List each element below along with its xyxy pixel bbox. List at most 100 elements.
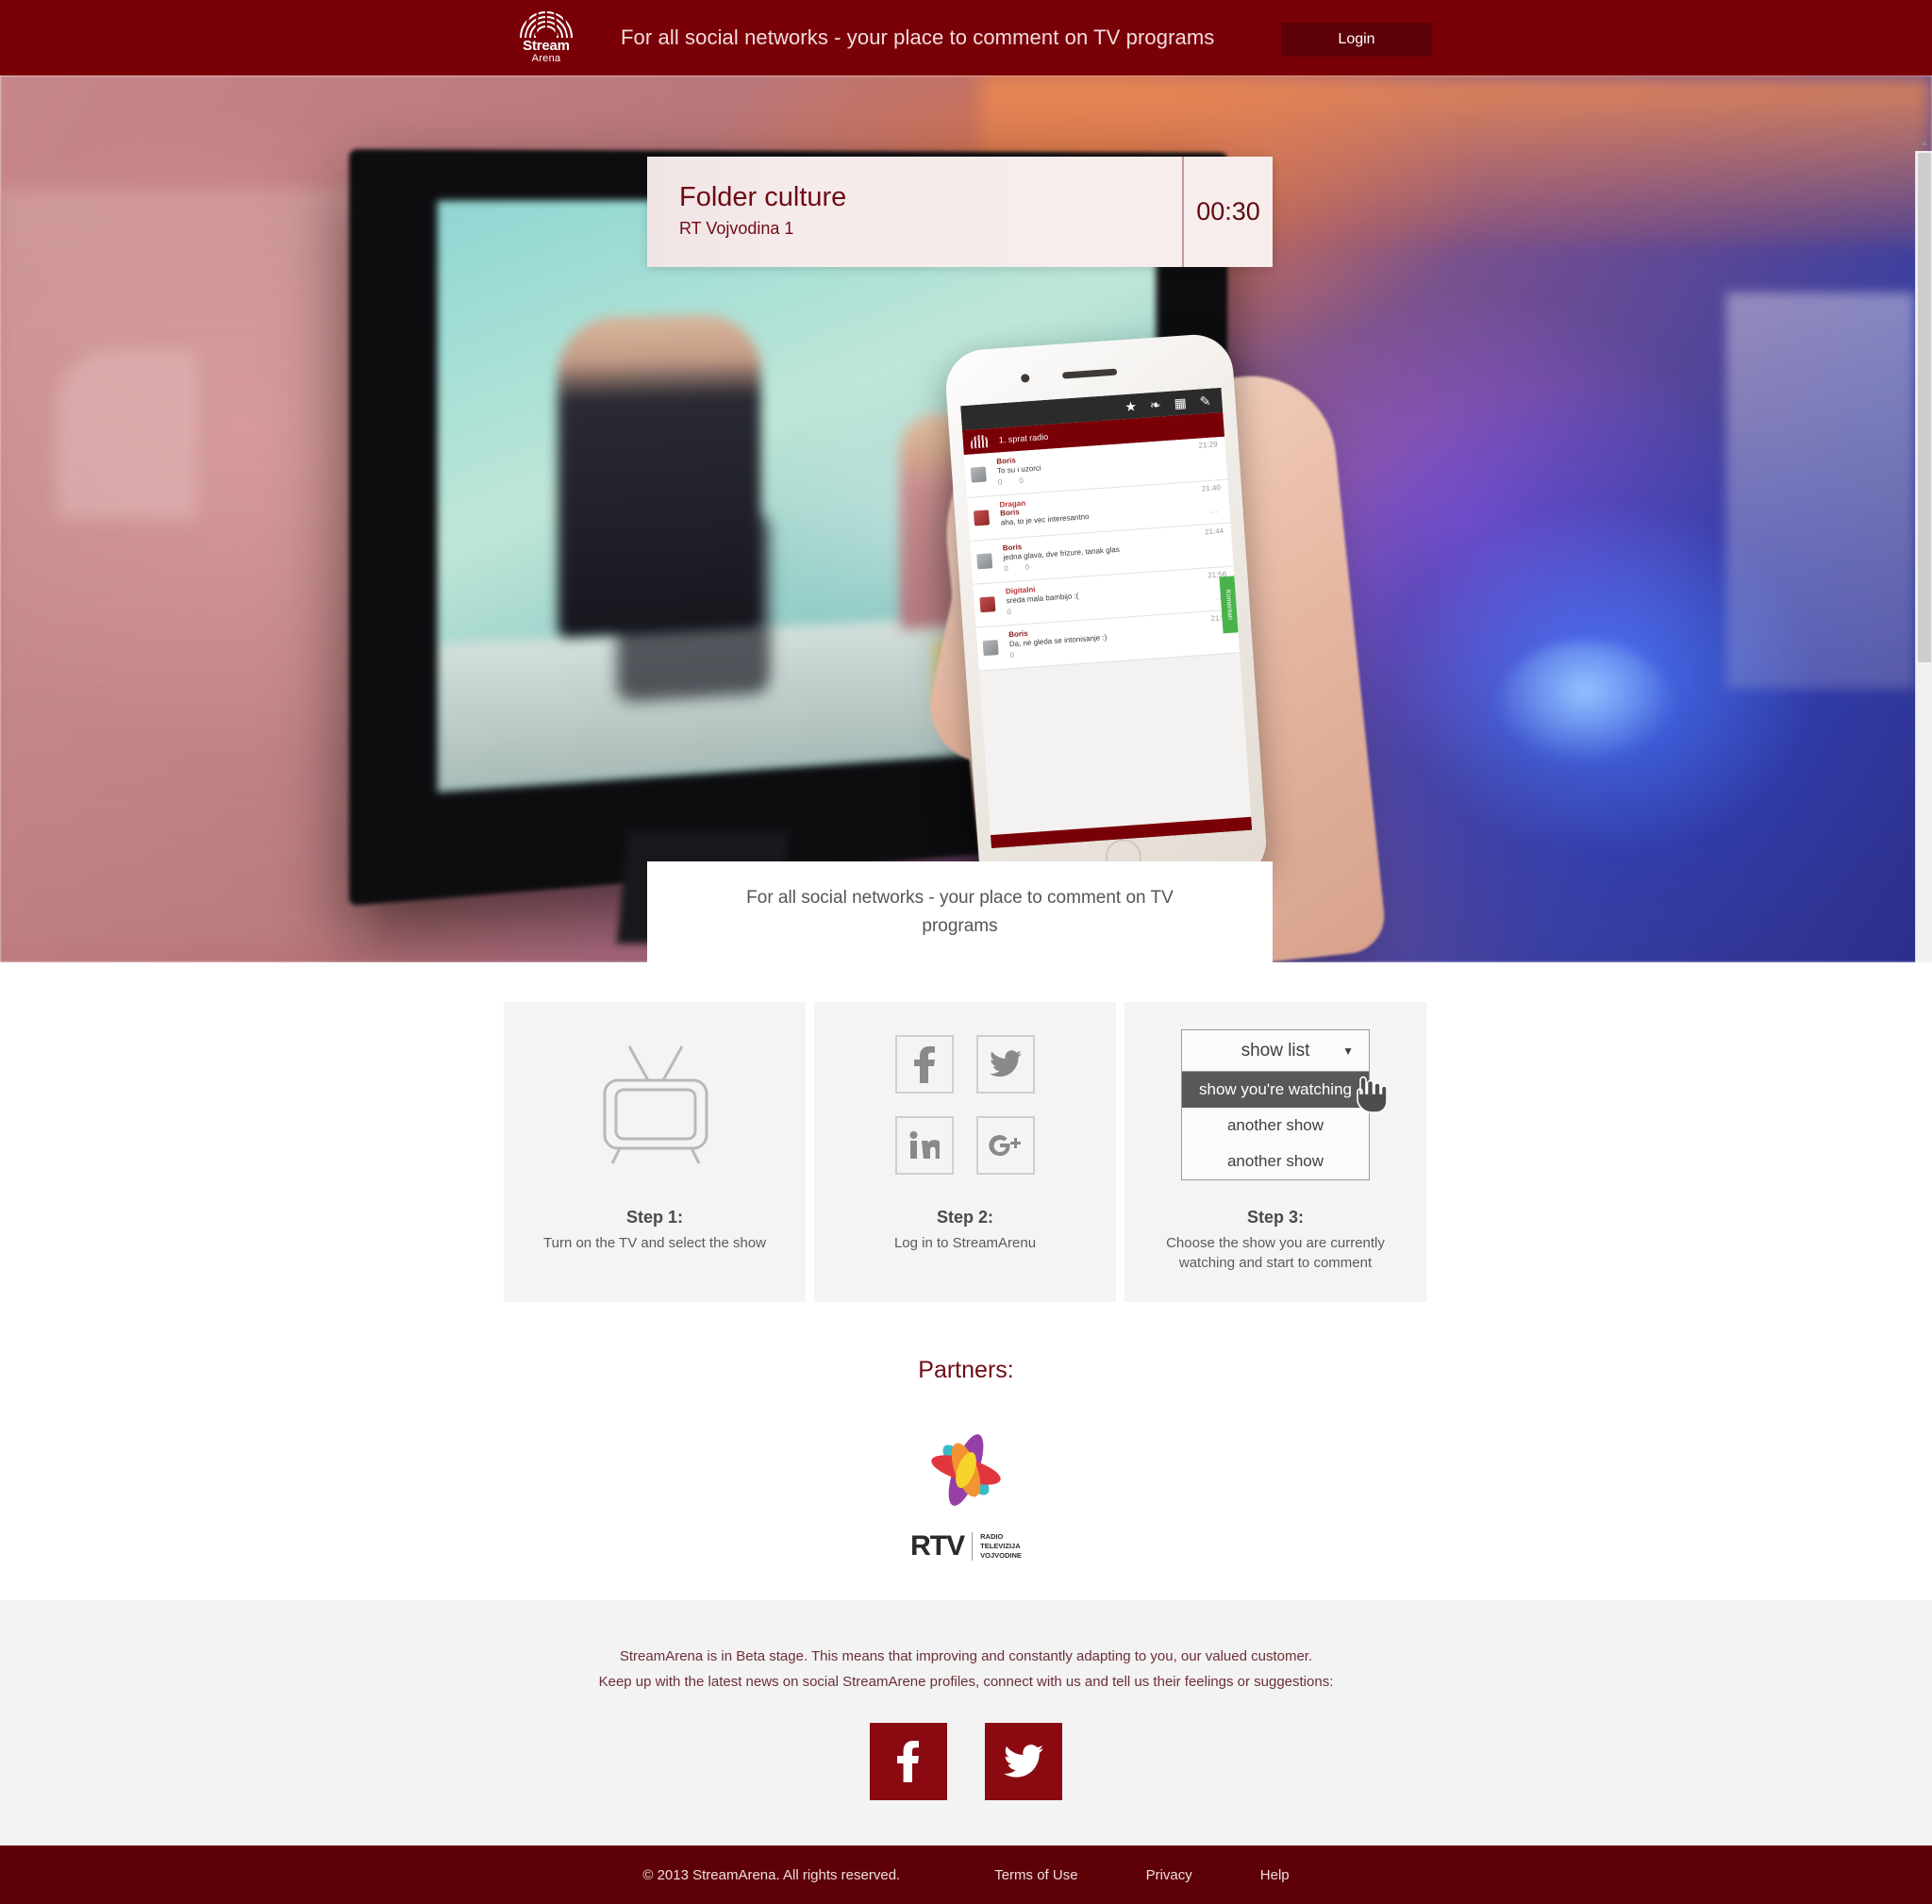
arena-arch-icon	[517, 8, 575, 38]
comment-avatar	[979, 596, 996, 613]
twitter-icon	[1004, 1745, 1043, 1778]
twitter-icon[interactable]	[976, 1035, 1035, 1094]
beta-line-1: StreamArena is in Beta stage. This means…	[619, 1648, 1313, 1664]
comment-time: 21:44	[1204, 526, 1224, 537]
twitter-button[interactable]	[985, 1723, 1062, 1800]
like-count: 0	[997, 477, 1003, 487]
step-1-title: Step 1:	[625, 1208, 683, 1227]
beta-line-2: Keep up with the latest news on social S…	[598, 1674, 1334, 1690]
pencil-icon[interactable]: ✎	[1199, 393, 1211, 409]
program-title: Folder culture	[679, 182, 847, 212]
hero-section: ★ ❧ ▦ ✎ 1. sprat radio 21:29 Boris To su…	[0, 75, 1932, 962]
logo-text-arena: Arena	[531, 53, 561, 64]
step-card-1: Step 1: Turn on the TV and select the sh…	[504, 1002, 806, 1302]
comment-time: 21:29	[1198, 440, 1218, 450]
scroll-up-arrow-icon[interactable]: ▲	[1916, 134, 1932, 151]
step-card-2: Step 2: Log in to StreamArenu	[814, 1002, 1116, 1302]
tv-icon	[603, 1045, 708, 1164]
phone-app-header-title: 1. sprat radio	[998, 431, 1049, 445]
scrollbar-thumb[interactable]	[1918, 153, 1931, 662]
comment-options-icon[interactable]: ⋯	[1209, 507, 1221, 518]
reply-count: 0	[1024, 562, 1030, 572]
phone-app-logo-icon	[970, 434, 991, 449]
phone-speaker	[1061, 368, 1117, 379]
footer-link-privacy[interactable]: Privacy	[1146, 1867, 1192, 1883]
step-3-description: Choose the show you are currently watchi…	[1166, 1235, 1385, 1271]
step-3-title: Step 3:	[1246, 1208, 1304, 1227]
show-list-dropdown[interactable]: show list ▼ show you're watching another…	[1181, 1029, 1387, 1180]
header-login-button[interactable]: Login	[1281, 23, 1432, 57]
like-count: 0	[1009, 650, 1015, 660]
like-count: 0	[1003, 564, 1009, 574]
dropdown-selected-value[interactable]: show list ▼	[1181, 1029, 1370, 1072]
page-scrollbar[interactable]: ▲ ▼	[1915, 138, 1932, 962]
topbar-tagline: For all social networks - your place to …	[621, 25, 1215, 49]
program-channel: RT Vojvodina 1	[679, 219, 794, 238]
social-buttons	[0, 1723, 1932, 1800]
step-2-title: Step 2:	[936, 1208, 993, 1227]
rtv-subtitle-line-1: RADIO	[980, 1532, 1004, 1541]
footer-link-help[interactable]: Help	[1260, 1867, 1290, 1883]
dropdown-label: show list	[1241, 1040, 1310, 1061]
star-icon[interactable]: ★	[1124, 398, 1138, 414]
share-icon[interactable]: ❧	[1149, 396, 1161, 412]
rtv-partner-logo[interactable]: RTV RADIO TELEVIZIJA VOJVODINE	[895, 1418, 1037, 1562]
streamarena-logo[interactable]: Stream Arena	[512, 8, 580, 66]
hero-cta-card: For all social networks - your place to …	[647, 861, 1273, 962]
cta-description: For all social networks - your place to …	[746, 888, 1174, 936]
program-info: Folder culture RT Vojvodina 1	[647, 157, 1182, 267]
room-chair	[57, 349, 198, 519]
step-3-visual: show list ▼ show you're watching another…	[1124, 1002, 1426, 1208]
chevron-down-icon[interactable]: ▼	[1342, 1044, 1354, 1058]
room-shelf	[1726, 292, 1915, 689]
step-2-description: Log in to StreamArenu	[893, 1235, 1037, 1251]
page-footer: © 2013 StreamArena. All rights reserved.…	[0, 1846, 1932, 1904]
top-navigation-bar: Stream Arena For all social networks - y…	[0, 0, 1932, 75]
phone-side-tab[interactable]: Komentari	[1219, 576, 1239, 634]
partners-title: Partners:	[918, 1357, 1014, 1383]
footer-link-terms[interactable]: Terms of Use	[994, 1867, 1077, 1883]
linkedin-icon[interactable]	[895, 1116, 954, 1175]
dropdown-option-0[interactable]: show you're watching	[1182, 1072, 1369, 1108]
smartphone-mockup: ★ ❧ ▦ ✎ 1. sprat radio 21:29 Boris To su…	[943, 332, 1269, 898]
reply-count: 0	[1018, 476, 1024, 486]
rtv-subtitle-line-2: TELEVIZIJA	[980, 1542, 1021, 1550]
social-icons-grid	[895, 1035, 1035, 1175]
room-left-wall	[0, 189, 377, 944]
step-card-3: show list ▼ show you're watching another…	[1124, 1002, 1426, 1302]
step-2-visual	[814, 1002, 1116, 1208]
hand-cursor-icon	[1357, 1076, 1387, 1113]
like-count: 0	[1007, 608, 1012, 617]
tv-guest-person	[558, 313, 761, 639]
rtv-flower-icon	[931, 1434, 1001, 1506]
partners-section: Partners: RTV RADIO TELEVIZIJA VOJVODINE	[0, 1302, 1932, 1600]
phone-screen: ★ ❧ ▦ ✎ 1. sprat radio 21:29 Boris To su…	[960, 387, 1253, 849]
steps-row: Step 1: Turn on the TV and select the sh…	[504, 1002, 1428, 1302]
dropdown-option-2[interactable]: another show	[1182, 1144, 1369, 1179]
page-root: Stream Arena For all social networks - y…	[0, 0, 1932, 1904]
facebook-icon	[897, 1741, 919, 1782]
comment-time: 21:40	[1201, 483, 1222, 493]
program-timer: 00:30	[1182, 157, 1273, 267]
footer-copyright: © 2013 StreamArena. All rights reserved.	[642, 1866, 901, 1883]
comment-avatar	[970, 466, 987, 483]
google-plus-icon[interactable]	[976, 1116, 1035, 1175]
dropdown-option-1[interactable]: another show	[1182, 1108, 1369, 1144]
rtv-wordmark: RTV RADIO TELEVIZIJA VOJVODINE	[895, 1530, 1037, 1562]
grid-icon[interactable]: ▦	[1174, 395, 1187, 411]
dropdown-options-list: show you're watching another show anothe…	[1181, 1072, 1370, 1180]
facebook-icon[interactable]	[895, 1035, 954, 1094]
facebook-button[interactable]	[870, 1723, 947, 1800]
beta-info-section: StreamArena is in Beta stage. This means…	[0, 1600, 1932, 1846]
step-1-visual	[504, 1002, 806, 1208]
phone-camera	[1020, 374, 1030, 383]
rtv-subtitle-line-3: VOJVODINE	[980, 1551, 1022, 1560]
rtv-subtitle: RADIO TELEVIZIJA VOJVODINE	[972, 1532, 1022, 1561]
comment-avatar	[973, 509, 991, 526]
step-1-description: Turn on the TV and select the show	[543, 1235, 766, 1251]
rtv-abbreviation: RTV	[910, 1530, 965, 1562]
current-program-banner: Folder culture RT Vojvodina 1 00:30	[647, 157, 1273, 267]
comment-avatar	[982, 640, 999, 657]
comment-avatar	[976, 553, 993, 570]
footer-links: Terms of Use Privacy Help	[994, 1867, 1289, 1883]
